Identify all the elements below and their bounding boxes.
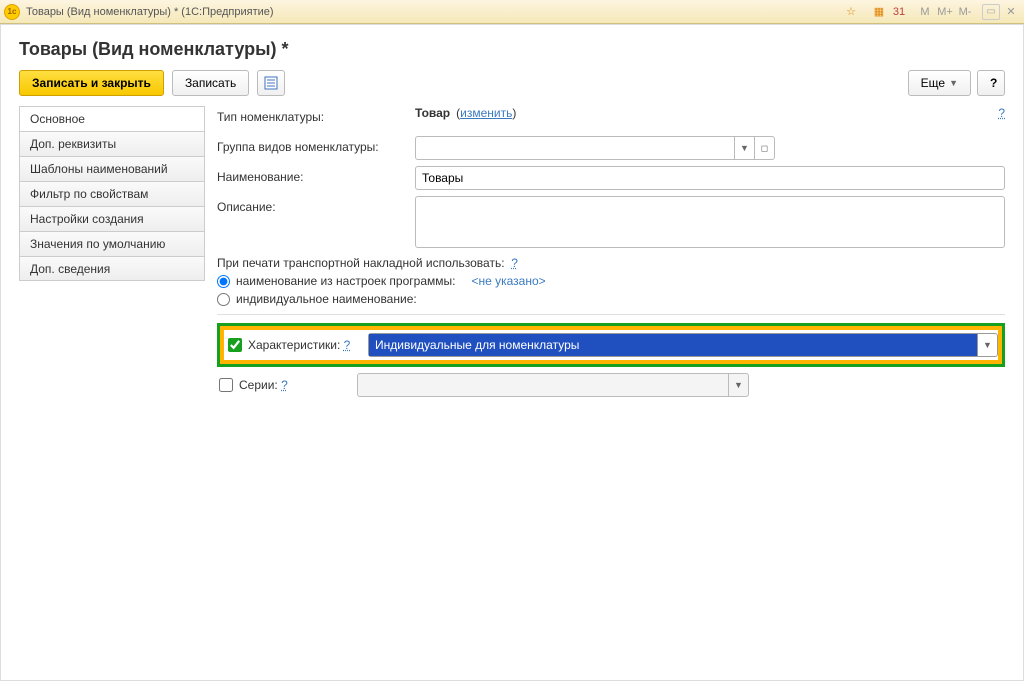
radio-program-name-input[interactable] [217,275,230,288]
sidebar-item-name-templates[interactable]: Шаблоны наименований [19,156,205,181]
characteristics-combo[interactable]: Индивидуальные для номенклатуры ▼ [368,333,998,357]
series-checkbox[interactable] [219,378,233,392]
toolbar: Записать и закрыть Записать Еще▼ ? [1,70,1023,106]
app-icon: 1c [4,4,20,20]
list-icon [264,76,278,90]
characteristics-label: Характеристики: [248,338,340,352]
form-area: Тип номенклатуры: Товар (изменить) ? Гру… [217,106,1005,403]
save-and-close-button[interactable]: Записать и закрыть [19,70,164,96]
type-change-wrap: (изменить) [456,106,516,120]
help-button[interactable]: ? [977,70,1005,96]
titlebar: 1c Товары (Вид номенклатуры) * (1С:Предп… [0,0,1024,24]
series-combo-text [358,374,728,396]
type-value: Товар [415,106,450,120]
name-input[interactable] [415,166,1005,190]
name-label: Наименование: [217,166,415,184]
group-combo-open[interactable]: ◻ [754,137,774,159]
type-help-icon[interactable]: ? [998,106,1005,120]
group-label: Группа видов номенклатуры: [217,136,415,154]
sidebar-item-extra-attrs[interactable]: Доп. реквизиты [19,131,205,156]
type-change-link[interactable]: изменить [460,106,512,120]
sidebar-item-creation-settings[interactable]: Настройки создания [19,206,205,231]
calendar-icon[interactable]: 31 [890,4,908,20]
save-button[interactable]: Записать [172,70,249,96]
characteristics-highlight: Характеристики: ? Индивидуальные для ном… [217,323,1005,367]
series-combo-dropdown[interactable]: ▼ [728,374,748,396]
radio-program-name-label: наименование из настроек программы: [236,274,455,288]
radio-individual-name-input[interactable] [217,293,230,306]
characteristics-combo-text: Индивидуальные для номенклатуры [369,334,977,356]
group-combo-dropdown[interactable]: ▼ [734,137,754,159]
print-label: При печати транспортной накладной исполь… [217,256,505,270]
radio-individual-name-label: индивидуальное наименование: [236,292,417,306]
radio-program-name[interactable]: наименование из настроек программы: <не … [217,274,1005,288]
characteristics-combo-dropdown[interactable]: ▼ [977,334,997,356]
characteristics-checkbox[interactable] [228,338,242,352]
calc-icon[interactable]: ▦ [870,4,888,20]
chevron-down-icon: ▼ [949,78,958,88]
sidebar: Основное Доп. реквизиты Шаблоны наименов… [19,106,205,403]
list-button[interactable] [257,70,285,96]
group-combo-text [416,137,734,159]
memory-mminus-icon[interactable]: M- [956,4,974,20]
print-help-icon[interactable]: ? [511,256,518,270]
close-icon[interactable]: ✕ [1002,4,1020,20]
characteristics-help-icon[interactable]: ? [344,338,351,352]
page-title: Товары (Вид номенклатуры) * [19,39,1005,60]
maximize-icon[interactable]: ▭ [982,4,1000,20]
window-title: Товары (Вид номенклатуры) * (1С:Предприя… [26,6,842,18]
favorite-icon[interactable]: ☆ [842,4,860,20]
sidebar-item-default-values[interactable]: Значения по умолчанию [19,231,205,256]
more-button[interactable]: Еще▼ [908,70,971,96]
not-set-link[interactable]: <не указано> [471,274,545,288]
sidebar-item-extra-info[interactable]: Доп. сведения [19,256,205,281]
desc-textarea[interactable] [415,196,1005,248]
sidebar-item-main[interactable]: Основное [19,106,205,131]
type-label: Тип номенклатуры: [217,106,415,124]
memory-mplus-icon[interactable]: M+ [936,4,954,20]
group-combo[interactable]: ▼ ◻ [415,136,775,160]
desc-label: Описание: [217,196,415,214]
memory-m-icon[interactable]: M [916,4,934,20]
series-combo[interactable]: ▼ [357,373,749,397]
series-label: Серии: [239,378,278,392]
sidebar-item-property-filter[interactable]: Фильтр по свойствам [19,181,205,206]
series-help-icon[interactable]: ? [281,378,288,392]
radio-individual-name[interactable]: индивидуальное наименование: [217,292,1005,306]
separator [217,314,1005,315]
